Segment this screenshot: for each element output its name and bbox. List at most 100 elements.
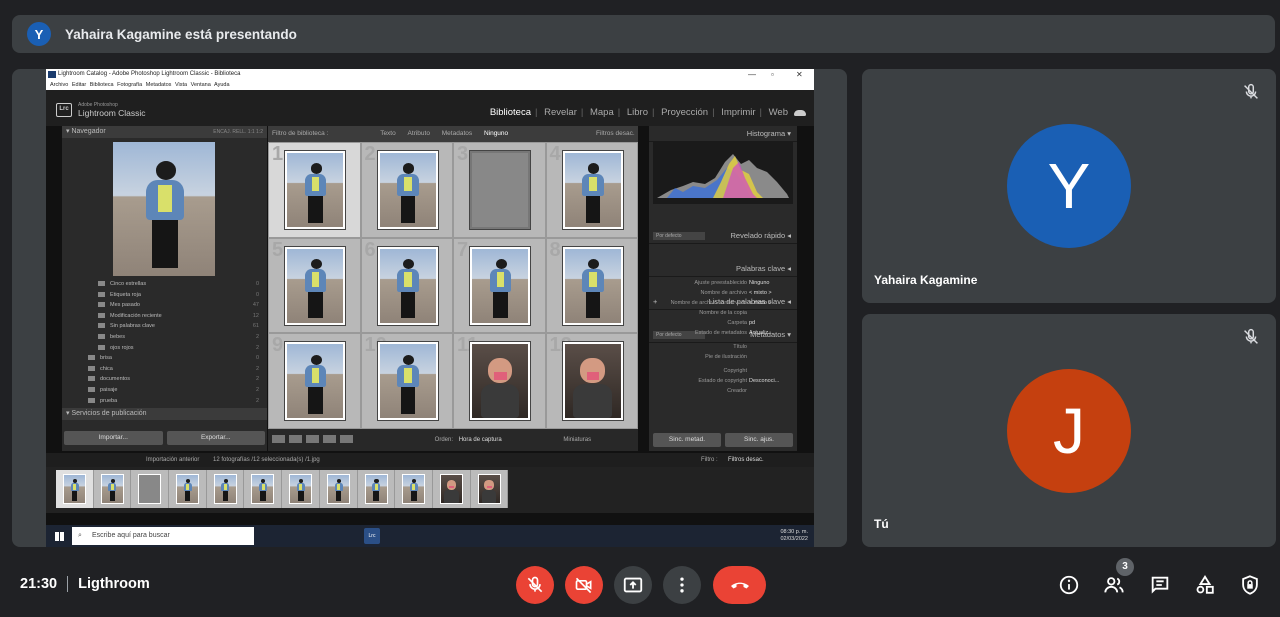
module-revelar[interactable]: Revelar (544, 107, 577, 118)
filmstrip-thumb[interactable] (358, 470, 396, 508)
people-icon[interactable] (1103, 574, 1125, 596)
compare-view-icon[interactable] (306, 435, 319, 444)
close-icon[interactable]: ✕ (796, 69, 803, 80)
filter-ninguno[interactable]: Ninguno (484, 130, 508, 137)
metadata-row[interactable]: Pie de ilustración (649, 352, 797, 362)
filmstrip-thumb[interactable] (131, 470, 170, 508)
present-now-button[interactable] (614, 566, 652, 604)
collection-item[interactable]: prueba 2 (88, 396, 263, 407)
grid-view-icon[interactable] (272, 435, 285, 444)
histogram-header[interactable]: Histograma ▾ (649, 126, 797, 142)
people-view-icon[interactable] (340, 435, 353, 444)
publish-services-header[interactable]: ▾ Servicios de publicación (62, 408, 267, 420)
collection-label: documentos (100, 376, 130, 383)
windows-start-icon[interactable] (55, 532, 64, 541)
grid-cell[interactable]: 4 (545, 142, 638, 238)
keywords-header[interactable]: Palabras clave ◂ (649, 261, 797, 277)
filmstrip-thumb[interactable] (395, 470, 433, 508)
collection-item[interactable]: brisa 0 (88, 353, 263, 364)
minimize-icon[interactable]: — (748, 69, 756, 80)
quick-develop-header[interactable]: Por defecto Revelado rápido ◂ (649, 228, 797, 244)
maximize-icon[interactable]: ▫ (771, 69, 774, 80)
grid-cell[interactable]: 6 (360, 237, 453, 334)
participant-tile-yahaira[interactable]: Y Yahaira Kagamine (862, 69, 1276, 303)
grid-cell[interactable]: 9 (268, 333, 361, 429)
order-select[interactable]: Hora de captura (459, 437, 502, 443)
grid-cell[interactable]: 10 (360, 333, 453, 429)
export-button[interactable]: Exportar... (166, 431, 265, 445)
module-libro[interactable]: Libro (627, 107, 648, 118)
sync-metadata-button[interactable]: Sinc. metad. (653, 433, 721, 447)
metadata-row[interactable]: Ajuste preestablecido Ninguno (649, 278, 797, 288)
navigator-header[interactable]: ▾ Navegador ENCAJ. RELL. 1:1 1:2 (62, 126, 267, 138)
collection-item[interactable]: ojos rojos 2 (88, 343, 263, 354)
taskbar-lightroom-icon[interactable]: Lrc (364, 528, 380, 544)
metadata-row[interactable]: Copyright (649, 366, 797, 376)
filmstrip-filter-select[interactable]: Filtros desac. (728, 453, 764, 467)
filmstrip-thumb[interactable] (471, 470, 509, 508)
survey-view-icon[interactable] (323, 435, 336, 444)
filmstrip-source[interactable]: Importación anterior (146, 457, 199, 463)
collection-item[interactable]: bebes 2 (88, 332, 263, 343)
metadata-row[interactable]: Título (649, 342, 797, 352)
metadata-row[interactable]: Estado de metadatos Actualiz... (649, 328, 797, 338)
metadata-row[interactable]: Carpeta pd (649, 318, 797, 328)
metadata-row[interactable]: Nombre de archivo conservado < mixto > (649, 298, 797, 308)
grid-cell[interactable]: 8 (545, 237, 638, 334)
module-biblioteca[interactable]: Biblioteca (490, 107, 531, 118)
module-web[interactable]: Web (769, 107, 788, 118)
collection-item[interactable]: Mes pasado 47 (88, 300, 263, 311)
taskbar-search[interactable]: ⌕ Escribe aquí para buscar (72, 527, 254, 545)
filmstrip-thumb[interactable] (433, 470, 471, 508)
grid-cell[interactable]: 11 (453, 333, 546, 429)
collection-item[interactable]: Etiqueta roja 0 (88, 290, 263, 301)
module-imprimir[interactable]: Imprimir (721, 107, 755, 118)
filmstrip-thumb[interactable] (244, 470, 283, 508)
filmstrip-thumb[interactable] (56, 470, 94, 508)
loupe-view-icon[interactable] (289, 435, 302, 444)
activities-icon[interactable] (1194, 574, 1216, 596)
more-options-button[interactable] (663, 566, 701, 604)
filmstrip-thumb[interactable] (207, 470, 245, 508)
metadata-row[interactable]: Nombre de archivo < mixto > (649, 288, 797, 298)
filter-off[interactable]: Filtros desac. (596, 130, 635, 137)
sync-settings-button[interactable]: Sinc. ajus. (725, 433, 793, 447)
metadata-row[interactable]: Creador (649, 386, 797, 396)
camera-toggle-button[interactable] (565, 566, 603, 604)
filter-texto[interactable]: Texto (380, 130, 396, 137)
filmstrip-thumb[interactable] (169, 470, 207, 508)
grid-cell[interactable]: 5 (268, 237, 361, 334)
grid-cell[interactable]: 1 (268, 142, 361, 238)
filter-atributo[interactable]: Atributo (408, 130, 430, 137)
host-controls-icon[interactable] (1239, 574, 1261, 596)
meeting-details-icon[interactable] (1058, 574, 1080, 596)
grid-cell[interactable]: 7 (453, 237, 546, 334)
grid-cell[interactable]: 12 (545, 333, 638, 429)
collection-item[interactable]: Modificación reciente 12 (88, 311, 263, 322)
metadata-row[interactable]: Estado de copyright Desconoci... (649, 376, 797, 386)
collection-item[interactable]: documentos 2 (88, 374, 263, 385)
filmstrip-thumb[interactable] (320, 470, 358, 508)
cloud-icon[interactable] (794, 110, 806, 116)
grid-cell[interactable]: 3 (453, 142, 546, 238)
filter-metadatos[interactable]: Metadatos (442, 130, 472, 137)
collection-item[interactable]: Cinco estrellas 0 (88, 279, 263, 290)
participant-tile-self[interactable]: J Tú (862, 314, 1276, 547)
collection-item[interactable]: Sin palabras clave 61 (88, 321, 263, 332)
navigator-zoom[interactable]: ENCAJ. RELL. 1:1 1:2 (213, 126, 263, 138)
filmstrip-thumb[interactable] (282, 470, 320, 508)
collection-item[interactable]: paisaje 2 (88, 385, 263, 396)
metadata-row[interactable]: Nombre de la copia (649, 308, 797, 318)
menu-bar[interactable]: Archivo Editar Biblioteca Fotografía Met… (46, 80, 814, 90)
mic-toggle-button[interactable] (516, 566, 554, 604)
leave-call-button[interactable] (713, 566, 766, 604)
filmstrip-thumb[interactable] (94, 470, 132, 508)
thumbnails-slider-label[interactable]: Miniaturas (563, 437, 591, 443)
grid-cell[interactable]: 2 (360, 142, 453, 238)
module-mapa[interactable]: Mapa (590, 107, 614, 118)
import-button[interactable]: Importar... (64, 431, 163, 445)
collection-item[interactable]: chica 2 (88, 364, 263, 375)
preset-dropdown[interactable]: Por defecto (653, 232, 705, 240)
chat-icon[interactable] (1149, 574, 1171, 596)
module-proyeccion[interactable]: Proyección (661, 107, 708, 118)
